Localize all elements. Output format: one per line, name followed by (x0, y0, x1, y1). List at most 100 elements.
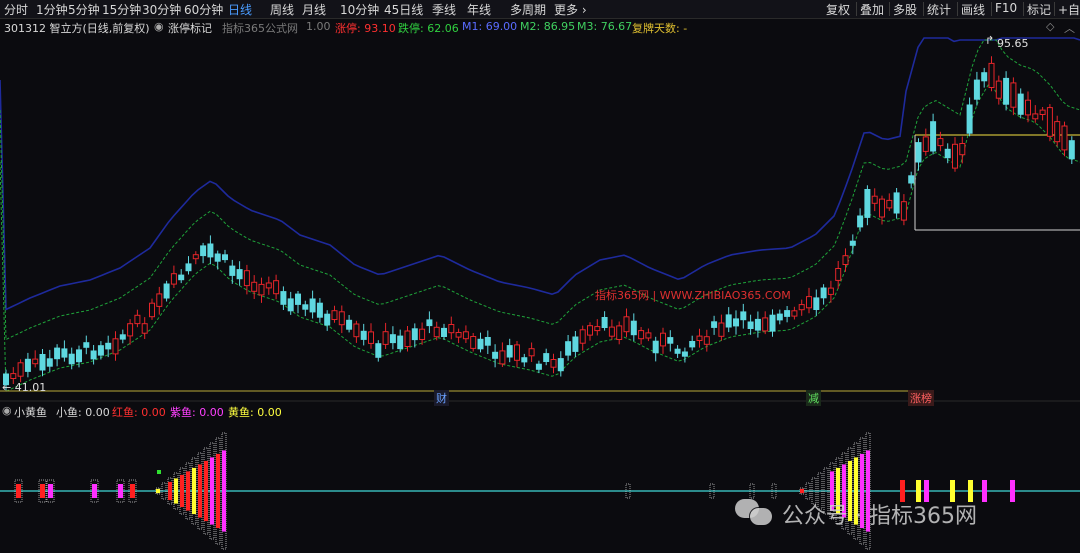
candle-body (952, 143, 958, 169)
candle-body (981, 72, 988, 82)
candle-body (754, 318, 761, 331)
candle-body (222, 254, 228, 261)
candle-body (930, 121, 937, 152)
candle-body (572, 336, 579, 352)
candle-body (966, 104, 973, 134)
candle-body (273, 280, 280, 295)
candle-body (681, 351, 688, 357)
kline-chart[interactable] (0, 0, 1080, 553)
ziyu-value: 紫鱼: 0.00 (170, 406, 224, 419)
fish-small-bar (130, 484, 135, 498)
fish-fill-bar (186, 471, 190, 511)
candle-body (68, 353, 75, 365)
candle-body (820, 287, 827, 299)
candle-body (302, 304, 309, 310)
fish-small-bar (40, 484, 45, 498)
candle-body (565, 341, 572, 356)
fish-fill-bar (222, 450, 226, 532)
candle-body (433, 326, 440, 338)
event-marker-zhangbang[interactable]: 涨榜 (908, 390, 934, 406)
candle-body (368, 331, 374, 344)
candle-body (630, 320, 637, 336)
fish-fill-bar (216, 453, 220, 529)
upper-envelope-line (0, 37, 1080, 311)
candle-body (623, 316, 630, 333)
candle-body (214, 253, 221, 262)
hongyu-value: 红鱼: 0.00 (112, 406, 166, 419)
high-price-label: 95.65 (997, 37, 1029, 50)
candle-body (893, 192, 900, 214)
fish-small-bar (1010, 480, 1015, 502)
high-price-arrow: ↱ (985, 34, 995, 47)
fish-fill-bar (168, 481, 172, 501)
candle-body (39, 354, 46, 371)
candle-body (1010, 82, 1017, 108)
candle-body (455, 332, 462, 338)
event-marker-cai[interactable]: 财 (434, 390, 449, 406)
candle-body (543, 353, 550, 363)
candle-body (1068, 140, 1075, 160)
sub-toggle-icon[interactable]: ◉ (2, 404, 12, 417)
candle-body (776, 313, 783, 321)
candle-body (528, 348, 535, 357)
candle-body (17, 362, 24, 377)
candle-body (674, 348, 681, 354)
fish-small-bar (118, 484, 123, 498)
candle-body (645, 332, 652, 339)
fish-fill-bar (204, 460, 208, 522)
candle-body (652, 340, 659, 354)
candle-body (908, 175, 915, 184)
candle-body (835, 268, 842, 281)
candle-body (192, 254, 199, 260)
candle-body (404, 330, 411, 347)
fish-small-bar (48, 484, 53, 498)
candle-body (90, 350, 97, 360)
candle-body (703, 336, 710, 345)
candle-body (360, 330, 367, 340)
candle-body (170, 273, 177, 285)
candle-body (806, 296, 812, 309)
candle-body (382, 331, 389, 345)
candle-body (207, 243, 214, 258)
fish-fill-bar (174, 478, 178, 504)
candle-body (535, 363, 542, 370)
candle-body (900, 201, 907, 221)
candle-body (959, 143, 966, 156)
candle-body (740, 311, 747, 321)
candle-body (61, 348, 68, 358)
candle-body (127, 323, 134, 337)
candle-body (842, 255, 849, 265)
candle-body (185, 263, 192, 272)
candle-body (54, 347, 61, 360)
candle-body (492, 351, 499, 359)
candle-body (557, 358, 564, 372)
candle-body (397, 335, 404, 350)
candle-body (258, 283, 265, 296)
candle-body (1046, 107, 1053, 137)
candle-body (995, 80, 1002, 99)
candle-body (499, 350, 506, 365)
candle-body (156, 293, 163, 307)
brand-overlay: 公众号 · 指标365网 (782, 504, 977, 529)
sub-indicator-name[interactable]: 小黄鱼 (14, 404, 47, 420)
candle-body (134, 314, 141, 325)
candle-body (76, 349, 82, 363)
candle-body (243, 270, 250, 287)
fish-small-bar (982, 480, 987, 502)
fish-fill-bar (180, 474, 184, 508)
fish-small-bar (92, 484, 97, 498)
candle-body (937, 138, 944, 147)
candle-body (550, 359, 557, 368)
candle-body (141, 323, 148, 334)
event-marker-jian[interactable]: 减 (806, 390, 821, 406)
candle-body (711, 321, 718, 328)
candle-body (638, 330, 645, 340)
candle-body (178, 274, 185, 281)
candle-body (594, 326, 601, 332)
candle-body (426, 319, 433, 327)
candle-body (733, 318, 739, 327)
candle-body (587, 325, 593, 336)
candle-body (477, 338, 484, 350)
candle-body (784, 310, 791, 317)
candle-body (973, 79, 980, 100)
